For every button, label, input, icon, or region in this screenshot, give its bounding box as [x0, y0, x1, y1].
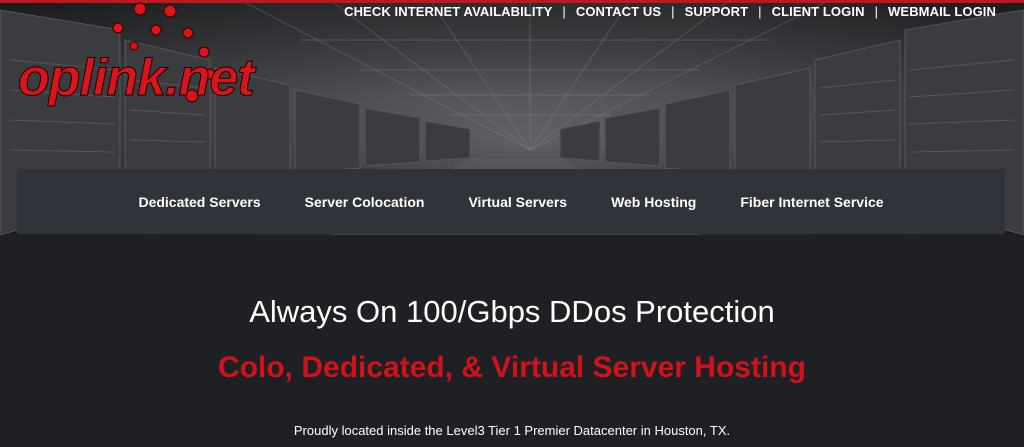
logo-wordmark: oplink.net [18, 49, 256, 107]
location-text: Proudly located inside the Level3 Tier 1… [293, 423, 731, 438]
top-utility-nav: CHECK INTERNET AVAILABILITY | CONTACT US… [344, 4, 996, 19]
nav-separator: | [874, 4, 879, 19]
nav-dedicated-servers[interactable]: Dedicated Servers [138, 194, 260, 210]
main-nav-bar: Dedicated Servers Server Colocation Virt… [17, 169, 1005, 234]
nav-fiber-internet[interactable]: Fiber Internet Service [740, 194, 883, 210]
support-link[interactable]: SUPPORT [685, 4, 749, 19]
nav-separator: | [671, 4, 675, 19]
nav-server-colocation[interactable]: Server Colocation [305, 194, 425, 210]
oplink-logo[interactable]: oplink.net [14, 0, 304, 112]
nav-separator: | [562, 4, 566, 19]
subheadline: Colo, Dedicated, & Virtual Server Hostin… [218, 351, 806, 384]
check-availability-link[interactable]: CHECK INTERNET AVAILABILITY [344, 4, 552, 19]
nav-virtual-servers[interactable]: Virtual Servers [468, 194, 567, 210]
contact-us-link[interactable]: CONTACT US [576, 4, 661, 19]
webmail-login-link[interactable]: WEBMAIL LOGIN [888, 4, 996, 19]
client-login-link[interactable]: CLIENT LOGIN [772, 4, 865, 19]
nav-separator: | [758, 4, 762, 19]
headline: Always On 100/Gbps DDos Protection [249, 294, 775, 329]
nav-web-hosting[interactable]: Web Hosting [611, 194, 696, 210]
